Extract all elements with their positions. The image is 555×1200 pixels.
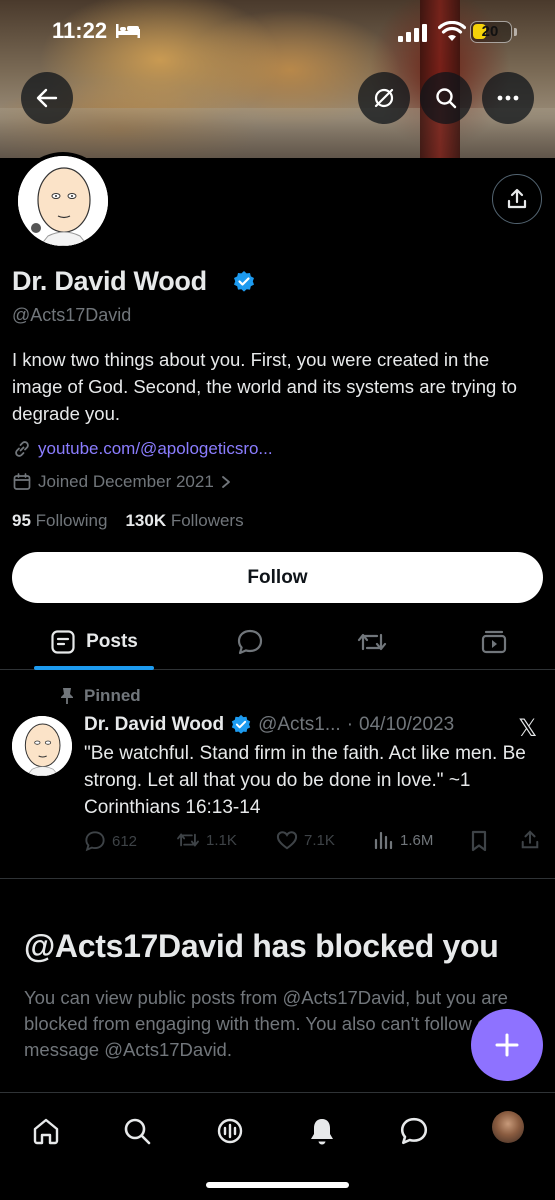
- views-count: 1.6M: [400, 831, 434, 849]
- profile-name: Dr. David Wood: [12, 266, 207, 296]
- tweet-avatar[interactable]: [12, 716, 72, 776]
- calendar-icon: [13, 473, 31, 490]
- banner-floor: [0, 108, 555, 158]
- share-icon: [507, 188, 527, 209]
- media-icon: [481, 630, 507, 654]
- tweet-author-name[interactable]: Dr. David Wood: [84, 714, 224, 736]
- tab-posts-label: Posts: [86, 631, 138, 652]
- section-divider: [0, 878, 555, 879]
- avatar-image: [18, 156, 108, 246]
- x-logo-icon: 𝕏: [518, 715, 538, 742]
- follow-stats: 95 Following 130K Followers: [12, 511, 244, 531]
- share-post-button[interactable]: [520, 830, 540, 850]
- chevron-right-icon: [221, 476, 230, 488]
- joined-date-text: Joined December 2021: [38, 472, 214, 491]
- blocked-title: @Acts17David has blocked you: [24, 928, 499, 964]
- profile-bio: I know two things about you. First, you …: [12, 349, 517, 424]
- views-button[interactable]: 1.6M: [374, 830, 433, 850]
- views-bar-chart-icon: [374, 831, 393, 850]
- link-icon: [15, 441, 29, 457]
- nav-grok[interactable]: [210, 1111, 250, 1151]
- wifi-icon: [438, 21, 466, 41]
- heart-icon: [276, 831, 298, 850]
- joined-date[interactable]: Joined December 2021: [12, 472, 232, 492]
- share-profile-button[interactable]: [492, 174, 542, 224]
- battery-indicator: 20: [470, 21, 517, 43]
- back-arrow-icon: [36, 88, 58, 108]
- share-icon: [521, 830, 539, 849]
- nav-profile-avatar[interactable]: [492, 1111, 524, 1143]
- status-bar: 11:22 20: [0, 0, 555, 64]
- followers-count: 130K: [125, 511, 167, 530]
- like-button[interactable]: 7.1K: [276, 830, 335, 850]
- repost-button[interactable]: 1.1K: [176, 830, 237, 850]
- search-icon: [124, 1118, 151, 1145]
- profile-handle: @Acts17David: [12, 305, 132, 325]
- nav-search[interactable]: [117, 1111, 157, 1151]
- tweet-meta-separator: ·: [346, 714, 354, 735]
- bookmark-button[interactable]: [470, 830, 488, 852]
- battery-level: 20: [481, 23, 499, 40]
- repost-icon: [177, 833, 199, 847]
- reply-count: 612: [112, 832, 138, 850]
- tweet-actions: 612 1.1K 7.1K 1.6M: [84, 830, 544, 856]
- grok-analyze-button[interactable]: [358, 72, 410, 124]
- followers-link[interactable]: 130K Followers: [125, 511, 243, 531]
- tab-replies[interactable]: [225, 614, 275, 670]
- pinned-label: Pinned: [84, 686, 141, 705]
- search-icon: [436, 88, 457, 109]
- profile-avatar[interactable]: [14, 152, 112, 250]
- follow-button[interactable]: Follow: [12, 552, 543, 603]
- grok-slash-icon: [374, 88, 394, 108]
- repost-icon: [357, 633, 387, 651]
- tweet-date[interactable]: 04/10/2023: [359, 714, 454, 736]
- tab-reposts[interactable]: [347, 614, 397, 670]
- home-indicator[interactable]: [206, 1182, 349, 1188]
- reply-button[interactable]: 612: [84, 830, 137, 852]
- plus-icon: [495, 1033, 519, 1057]
- more-dots-icon: [497, 95, 519, 101]
- following-label: Following: [35, 511, 108, 530]
- posts-icon: [51, 630, 75, 654]
- nav-notifications[interactable]: [302, 1111, 342, 1151]
- notifications-bell-icon: [311, 1119, 333, 1145]
- tweet-text[interactable]: "Be watchful. Stand firm in the faith. A…: [84, 740, 546, 821]
- tweet-author-handle: @Acts1...: [258, 714, 341, 735]
- avatar-cartoon-face: [18, 156, 108, 246]
- nav-messages[interactable]: [394, 1111, 434, 1151]
- battery-nub: [514, 28, 517, 36]
- compose-post-button[interactable]: [471, 1009, 543, 1081]
- pin-icon: [61, 688, 73, 704]
- profile-link[interactable]: youtube.com/@apologeticsro...: [12, 439, 273, 459]
- cellular-signal-icon: [398, 24, 427, 42]
- pinned-indicator: Pinned: [60, 686, 141, 706]
- profile-link-text[interactable]: youtube.com/@apologeticsro...: [38, 439, 273, 459]
- home-icon: [33, 1118, 59, 1145]
- tab-posts[interactable]: Posts: [34, 614, 154, 670]
- status-time: 11:22: [52, 18, 108, 43]
- back-button[interactable]: [21, 72, 73, 124]
- messages-icon: [400, 1117, 428, 1145]
- search-profile-button[interactable]: [420, 72, 472, 124]
- like-count: 7.1K: [304, 831, 335, 849]
- repost-count: 1.1K: [206, 831, 237, 849]
- nav-home[interactable]: [26, 1111, 66, 1151]
- replies-icon: [237, 629, 263, 655]
- sleep-focus-icon: [116, 24, 140, 38]
- profile-tabs: Posts: [0, 614, 555, 670]
- bookmark-icon: [471, 830, 487, 852]
- tab-media[interactable]: [469, 614, 519, 670]
- verified-badge-icon[interactable]: [232, 270, 256, 294]
- followers-label: Followers: [170, 511, 244, 530]
- blocked-message: You can view public posts from @Acts17Da…: [24, 987, 508, 1060]
- tweet-avatar-image: [12, 716, 72, 776]
- verified-badge-icon: [231, 714, 251, 734]
- reply-icon: [85, 831, 105, 852]
- following-link[interactable]: 95 Following: [12, 511, 107, 531]
- grok-icon: [217, 1118, 243, 1144]
- following-count: 95: [12, 511, 31, 530]
- active-tab-indicator: [34, 666, 154, 670]
- more-options-button[interactable]: [482, 72, 534, 124]
- tweet-header: Dr. David Wood @Acts1... · 04/10/2023: [84, 714, 454, 736]
